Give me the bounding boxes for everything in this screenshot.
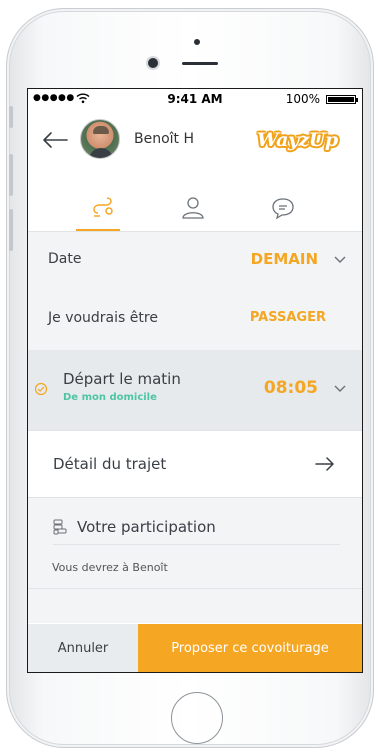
- conversation-header: Benoît H WayzUp: [28, 109, 362, 173]
- departure-sublabel: De mon domicile: [63, 392, 157, 403]
- date-label: Date: [48, 251, 82, 267]
- participation-section: Votre participation Vous devrez à Benoît: [28, 498, 362, 588]
- tab-bar: [28, 193, 362, 231]
- mute-switch: [9, 106, 13, 128]
- role-value: PASSAGER: [249, 310, 326, 325]
- participation-title: Votre participation: [77, 518, 216, 536]
- battery-percent: 100%: [285, 92, 320, 106]
- home-button[interactable]: [171, 692, 223, 744]
- departure-time: 08:05: [263, 378, 318, 398]
- tab-profile[interactable]: [163, 193, 223, 231]
- date-row[interactable]: Date DEMAIN: [28, 232, 362, 287]
- coins-icon: [53, 519, 67, 535]
- participation-text: Vous devrez à Benoît: [52, 561, 168, 574]
- chevron-down-icon: [334, 256, 346, 263]
- check-circle-icon: [34, 382, 48, 396]
- date-value: DEMAIN: [250, 250, 318, 268]
- cancel-button[interactable]: Annuler: [28, 624, 138, 672]
- divider: [53, 544, 340, 545]
- tab-route[interactable]: [73, 193, 133, 231]
- earpiece-speaker: [182, 62, 218, 65]
- person-icon: [182, 197, 204, 219]
- arrow-right-icon: [315, 457, 334, 471]
- role-row[interactable]: Je voudrais être PASSAGER: [28, 287, 362, 350]
- trip-detail-row[interactable]: Détail du trajet: [28, 430, 362, 498]
- route-icon: [93, 197, 113, 217]
- action-footer: Annuler Proposer ce covoiturage: [28, 624, 362, 672]
- propose-carpool-button[interactable]: Proposer ce covoiturage: [138, 624, 362, 672]
- wayzup-logo: WayzUp: [257, 123, 338, 157]
- back-arrow-icon[interactable]: [42, 131, 68, 149]
- logo-text: WayzUp: [257, 129, 338, 151]
- volume-down-button: [9, 209, 13, 251]
- status-bar: ●●●●● 9:41 AM 100%: [28, 89, 362, 109]
- volume-up-button: [9, 154, 13, 196]
- chevron-down-icon: [334, 385, 346, 392]
- chat-bubble-icon: [272, 198, 294, 220]
- tab-messages[interactable]: [253, 193, 313, 231]
- extra-row: [28, 588, 362, 623]
- app-screen: ●●●●● 9:41 AM 100% Benoît H WayzUp Date …: [27, 88, 363, 673]
- trip-detail-label: Détail du trajet: [53, 455, 167, 473]
- battery-icon: [326, 95, 358, 104]
- proximity-sensor: [194, 39, 200, 45]
- front-camera: [148, 58, 158, 68]
- driver-avatar[interactable]: [80, 119, 120, 159]
- departure-label: Départ le matin: [63, 370, 181, 388]
- departure-row[interactable]: Départ le matin De mon domicile 08:05: [28, 350, 362, 430]
- driver-name: Benoît H: [134, 131, 195, 147]
- role-label: Je voudrais être: [48, 310, 158, 326]
